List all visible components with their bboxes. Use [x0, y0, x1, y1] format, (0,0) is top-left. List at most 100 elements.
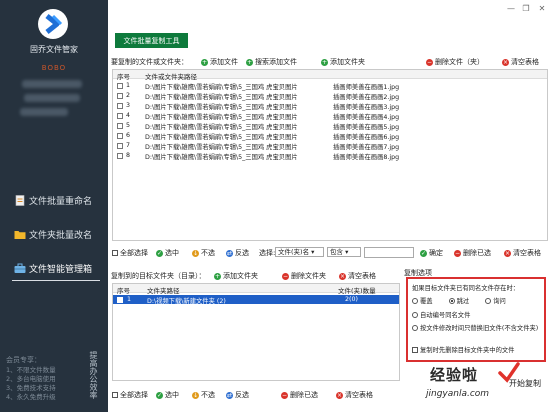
- table-row[interactable]: 4 D:\图片下载\雄鹰\雪若娟鹃\专辑\5_三国鸡 虎宝贝图片 插画师美善在画画4…: [113, 111, 547, 121]
- radio-overwrite[interactable]: 覆盖: [412, 298, 433, 305]
- clear-table-button[interactable]: × 清空表格: [504, 248, 541, 258]
- radio-ask[interactable]: 询问: [485, 298, 506, 305]
- source-toolbar: 要复制的文件或文件夹： + 添加文件 + 搜索添加文件 + 添加文件夹 − 删除文件（夹…: [108, 55, 553, 69]
- select-all-checkbox[interactable]: 全部选择: [112, 248, 148, 258]
- radio-button[interactable]: [412, 298, 418, 304]
- nav-item-folder-rename[interactable]: 文件夹批量改名: [0, 223, 108, 245]
- deselect-button[interactable]: ↓ 不选: [192, 390, 215, 400]
- nav-item-file-rename[interactable]: 文件批量重命名: [0, 189, 108, 211]
- delete-file-button[interactable]: − 删除文件（夹）: [426, 57, 484, 67]
- button-label: 删除已选: [290, 391, 318, 399]
- radio-button[interactable]: [412, 325, 418, 331]
- row-number: 7: [126, 142, 131, 149]
- delete-folder-button[interactable]: − 删除文件夹: [282, 271, 326, 281]
- invert-button[interactable]: ⇄ 反选: [226, 248, 249, 258]
- button-label: 删除文件（夹）: [435, 58, 484, 66]
- copy-options-group: 如果目标文件夹已有同名文件存在时： 覆盖 跳过 询问 自动编号同名文件 按文件修…: [406, 277, 546, 362]
- minimize-button[interactable]: —: [506, 4, 516, 14]
- button-label: 确定: [429, 249, 443, 257]
- button-label: 删除文件夹: [291, 272, 326, 280]
- table-row[interactable]: 8 D:\图片下载\雄鹰\雪若娟鹃\专辑\5_三国鸡 虎宝贝图片 插画师美善在画画8…: [113, 151, 547, 161]
- table-row[interactable]: 6 D:\图片下载\雄鹰\雪若娟鹃\专辑\5_三国鸡 虎宝贝图片 插画师美善在画画6…: [113, 131, 547, 141]
- row-checkbox[interactable]: [117, 113, 123, 119]
- select-button[interactable]: ✓ 选中: [156, 248, 179, 258]
- button-label: 清空表格: [511, 58, 539, 66]
- column-header: 文件或文件夹路径: [145, 73, 197, 81]
- select-button[interactable]: ✓ 选中: [156, 390, 179, 400]
- radio-button[interactable]: [412, 312, 418, 318]
- row-checkbox[interactable]: [117, 143, 123, 149]
- row-filename: 插画师美善在画画8.jpg: [333, 154, 400, 161]
- row-number: 6: [126, 132, 131, 139]
- select-all-checkbox[interactable]: 全部选择: [112, 390, 148, 400]
- duplicate-question: 如果目标文件夹已有同名文件存在时：: [412, 285, 520, 292]
- row-checkbox[interactable]: [117, 103, 123, 109]
- close-button[interactable]: ✕: [537, 4, 547, 14]
- invert-button[interactable]: ⇄ 反选: [226, 390, 249, 400]
- table-row[interactable]: 5 D:\图片下载\雄鹰\雪若娟鹃\专辑\5_三国鸡 虎宝贝图片 插画师美善在画画5…: [113, 121, 547, 131]
- table-row[interactable]: 2 D:\图片下载\雄鹰\雪若娟鹃\专辑\5_三国鸡 虎宝贝图片 插画师美善在画画2…: [113, 91, 547, 101]
- button-label: 搜索添加文件: [255, 58, 297, 66]
- radio-label: 询问: [493, 298, 506, 305]
- button-label: 选中: [165, 391, 179, 399]
- row-checkbox[interactable]: [117, 133, 123, 139]
- start-copy-button[interactable]: 开始复制: [509, 378, 541, 389]
- option-label: 自动编号同名文件: [420, 312, 471, 319]
- add-file-button[interactable]: + 添加文件: [201, 57, 238, 67]
- row-checkbox[interactable]: [117, 93, 123, 99]
- close-icon: ×: [339, 272, 346, 280]
- row-checkbox[interactable]: [117, 297, 123, 303]
- source-section-title: 要复制的文件或文件夹：: [111, 58, 188, 66]
- confirm-button[interactable]: ✓ 确定: [420, 248, 443, 258]
- source-file-table[interactable]: 序号 文件或文件夹路径 1 D:\图片下载\雄鹰\雪若娟鹃\专辑\5_三国鸡 虎宝…: [112, 69, 548, 241]
- match-select[interactable]: 包含 ▾: [327, 247, 361, 257]
- radio-button[interactable]: [485, 298, 492, 304]
- clear-table-button[interactable]: × 清空表格: [339, 271, 376, 281]
- field-select[interactable]: 文件(夹)名 ▾: [275, 247, 324, 257]
- table-row[interactable]: 7 D:\图片下载\雄鹰\雪若娟鹃\专辑\5_三国鸡 虎宝贝图片 插画师美善在画画7…: [113, 141, 547, 151]
- clear-table-button[interactable]: × 清空表格: [336, 390, 373, 400]
- option-auto-number[interactable]: 自动编号同名文件: [412, 310, 470, 319]
- nav-item-smart-manager[interactable]: 文件智能管理箱: [0, 257, 108, 281]
- row-checkbox[interactable]: [117, 153, 123, 159]
- watermark-text: 经验啦: [430, 366, 479, 384]
- add-folder-button[interactable]: + 添加文件夹: [214, 271, 258, 281]
- search-add-file-button[interactable]: + 搜索添加文件: [246, 57, 297, 67]
- radio-button[interactable]: [448, 298, 455, 304]
- radio-skip[interactable]: 跳过: [448, 298, 469, 305]
- target-section-title: 复制到的目标文件夹（目录）：: [111, 272, 206, 280]
- close-icon: ×: [502, 58, 509, 66]
- column-header: 文件夹路径: [147, 287, 180, 295]
- deselect-button[interactable]: ↓ 不选: [192, 248, 215, 258]
- checkbox[interactable]: [112, 250, 118, 256]
- delete-selected-button[interactable]: − 删除已选: [454, 248, 491, 258]
- target-folder-table[interactable]: 序号 文件夹路径 文件(夹)数量 1 D:\视频下载\新建文件夹 (2) 2(0…: [112, 283, 400, 381]
- table-row[interactable]: 1 D:\图片下载\雄鹰\雪若娟鹃\专辑\5_三国鸡 虎宝贝图片 插画师美善在画画1…: [113, 81, 547, 91]
- table-row[interactable]: 1 D:\视频下载\新建文件夹 (2) 2(0): [113, 295, 399, 305]
- tab-batch-copy[interactable]: 文件批量复制工具: [115, 33, 188, 48]
- delete-selected-button[interactable]: − 删除已选: [281, 390, 318, 400]
- select-value: 包含: [330, 248, 343, 256]
- minus-icon: −: [282, 272, 289, 280]
- column-header: 序号: [117, 73, 130, 81]
- restore-button[interactable]: ❐: [521, 4, 531, 14]
- sidebar: 固乔文件管家 BOBO 文件批量重命名 文件夹批量改名 文件智能管理箱 会员专享…: [0, 0, 108, 412]
- clear-table-button[interactable]: × 清空表格: [502, 57, 539, 67]
- add-folder-button[interactable]: + 添加文件夹: [321, 57, 365, 67]
- option-clear-target[interactable]: 复制时先删除目标文件夹中的文件: [412, 345, 514, 354]
- button-label: 不选: [201, 391, 215, 399]
- button-label: 反选: [235, 249, 249, 257]
- nav-item-label: 文件智能管理箱: [29, 264, 93, 275]
- row-filename: 插画师美善在画画2.jpg: [333, 94, 400, 101]
- row-path: D:\图片下载\雄鹰\雪若娟鹃\专辑\5_三国鸡 虎宝贝图片: [145, 104, 298, 111]
- checkbox[interactable]: [112, 392, 118, 398]
- filter-input[interactable]: [364, 247, 414, 258]
- target-toolbar: 复制到的目标文件夹（目录）： + 添加文件夹 − 删除文件夹 × 清空表格: [108, 269, 398, 283]
- row-checkbox[interactable]: [117, 83, 123, 89]
- row-checkbox[interactable]: [117, 123, 123, 129]
- close-icon: ×: [336, 391, 343, 399]
- table-row[interactable]: 3 D:\图片下载\雄鹰\雪若娟鹃\专辑\5_三国鸡 虎宝贝图片 插画师美善在画画3…: [113, 101, 547, 111]
- option-replace-old[interactable]: 按文件修改时间只替换旧文件(不含文件夹): [412, 323, 538, 332]
- row-path: D:\图片下载\雄鹰\雪若娟鹃\专辑\5_三国鸡 虎宝贝图片: [145, 114, 298, 121]
- checkbox[interactable]: [412, 347, 418, 353]
